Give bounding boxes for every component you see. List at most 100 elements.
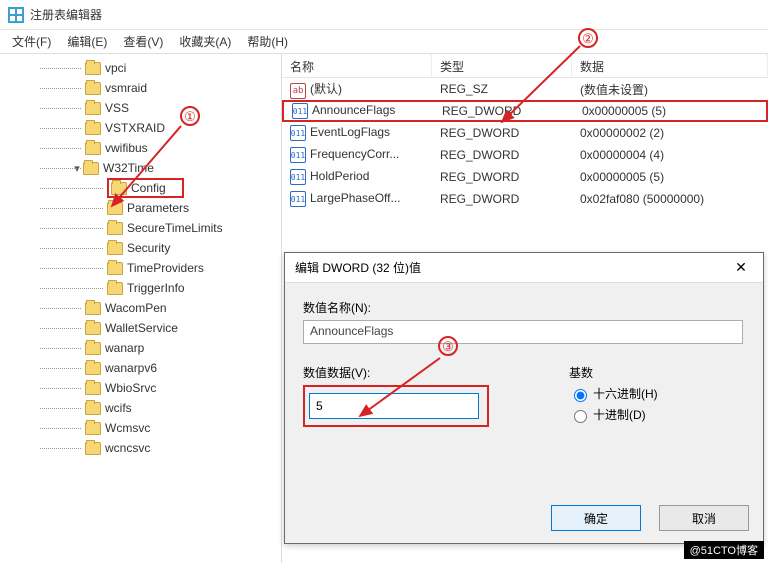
tree-item[interactable]: SecureTimeLimits [0,218,281,238]
folder-icon [85,322,101,335]
cell-name: 011AnnounceFlags [284,101,434,122]
menu-view[interactable]: 查看(V) [115,31,171,52]
annotation-3: ③ [438,336,458,356]
tree-item[interactable]: vsmraid [0,78,281,98]
folder-icon [85,62,101,75]
base-label: 基数 [569,364,658,381]
tree-item[interactable]: WbioSrvc [0,378,281,398]
list-row[interactable]: 011HoldPeriodREG_DWORD0x00000005 (5) [282,166,768,188]
title-bar: 注册表编辑器 [0,0,768,30]
tree-label: TimeProviders [127,261,204,275]
dialog-body: 数值名称(N): AnnounceFlags 数值数据(V): 基数 十六进制(… [285,283,763,443]
tree-label: wcifs [105,401,132,415]
dword-icon: 011 [292,103,308,119]
folder-icon [85,442,101,455]
list-row[interactable]: 011EventLogFlagsREG_DWORD0x00000002 (2) [282,122,768,144]
tree-item[interactable]: wanarp [0,338,281,358]
cell-type: REG_DWORD [432,168,572,186]
tree-label: VSS [105,101,129,115]
list-row[interactable]: ab(默认)REG_SZ(数值未设置) [282,78,768,100]
tree-item[interactable]: TimeProviders [0,258,281,278]
tree-item[interactable]: wcifs [0,398,281,418]
registry-tree[interactable]: vpci vsmraid VSS VSTXRAID vwifibus▾W32Time Co… [0,54,282,563]
tree-item[interactable]: ▾W32Time [0,158,281,178]
tree-label: W32Time [103,161,154,175]
tree-item[interactable]: wanarpv6 [0,358,281,378]
value-name-field: AnnounceFlags [303,320,743,344]
radio-hex-input[interactable] [574,389,587,402]
base-group: 基数 十六进制(H) 十进制(D) [569,364,658,427]
tree-label: vsmraid [105,81,147,95]
tree-item[interactable]: VSTXRAID [0,118,281,138]
col-data[interactable]: 数据 [572,54,768,77]
menu-file[interactable]: 文件(F) [4,31,59,52]
list-row[interactable]: 011FrequencyCorr...REG_DWORD0x00000004 (… [282,144,768,166]
tree-item[interactable]: Config [0,178,281,198]
folder-icon [83,162,99,175]
tree-item[interactable]: TriggerInfo [0,278,281,298]
radio-dec[interactable]: 十进制(D) [569,406,658,423]
cell-data: 0x00000004 (4) [572,146,768,164]
folder-icon [85,382,101,395]
radio-dec-input[interactable] [574,410,587,423]
menu-favorites[interactable]: 收藏夹(A) [171,31,239,52]
cell-type: REG_DWORD [432,146,572,164]
cell-type: REG_SZ [432,80,572,98]
tree-label: vpci [105,61,126,75]
app-icon [8,7,24,23]
folder-icon [85,82,101,95]
value-name-label: 数值名称(N): [303,299,745,316]
folder-icon [107,222,123,235]
list-body: ab(默认)REG_SZ(数值未设置)011AnnounceFlagsREG_D… [282,78,768,210]
cancel-button[interactable]: 取消 [659,505,749,531]
tree-label: VSTXRAID [105,121,165,135]
menu-bar: 文件(F) 编辑(E) 查看(V) 收藏夹(A) 帮助(H) [0,30,768,54]
tree-item[interactable]: Security [0,238,281,258]
watermark: @51CTO博客 [684,541,764,559]
tree-label: wcncsvc [105,441,150,455]
cell-type: REG_DWORD [432,124,572,142]
tree-item[interactable]: wcncsvc [0,438,281,458]
list-row[interactable]: 011AnnounceFlagsREG_DWORD0x00000005 (5) [282,100,768,122]
dialog-title-text: 编辑 DWORD (32 位)值 [295,259,421,276]
ok-button[interactable]: 确定 [551,505,641,531]
cell-name: ab(默认) [282,78,432,101]
list-header: 名称 类型 数据 [282,54,768,78]
tree-label: Config [131,181,166,195]
value-data-input[interactable] [309,393,479,419]
folder-icon [85,142,101,155]
tree-label: wanarp [105,341,144,355]
annotation-2: ② [578,28,598,48]
radio-dec-label: 十进制(D) [593,406,646,423]
list-row[interactable]: 011LargePhaseOff...REG_DWORD0x02faf080 (… [282,188,768,210]
folder-icon [85,422,101,435]
folder-icon [85,402,101,415]
folder-icon [111,182,127,195]
close-icon[interactable]: ✕ [729,259,753,276]
cell-data: 0x00000005 (5) [574,102,766,120]
folder-icon [85,302,101,315]
folder-icon [107,282,123,295]
folder-icon [85,362,101,375]
radio-hex[interactable]: 十六进制(H) [569,385,658,402]
tree-item[interactable]: Wcmsvc [0,418,281,438]
tree-label: Security [127,241,170,255]
tree-label: wanarpv6 [105,361,157,375]
tree-item[interactable]: Parameters [0,198,281,218]
tree-item[interactable]: WacomPen [0,298,281,318]
tree-label: WacomPen [105,301,167,315]
tree-item[interactable]: WalletService [0,318,281,338]
tree-label: WbioSrvc [105,381,156,395]
menu-help[interactable]: 帮助(H) [239,31,296,52]
folder-icon [107,242,123,255]
col-type[interactable]: 类型 [432,54,572,77]
cell-type: REG_DWORD [434,102,574,120]
menu-edit[interactable]: 编辑(E) [59,31,115,52]
dword-icon: 011 [290,147,306,163]
tree-item[interactable]: vpci [0,58,281,78]
col-name[interactable]: 名称 [282,54,432,77]
radio-hex-label: 十六进制(H) [593,385,658,402]
tree-label: Parameters [127,201,189,215]
tree-item[interactable]: vwifibus [0,138,281,158]
tree-item[interactable]: VSS [0,98,281,118]
